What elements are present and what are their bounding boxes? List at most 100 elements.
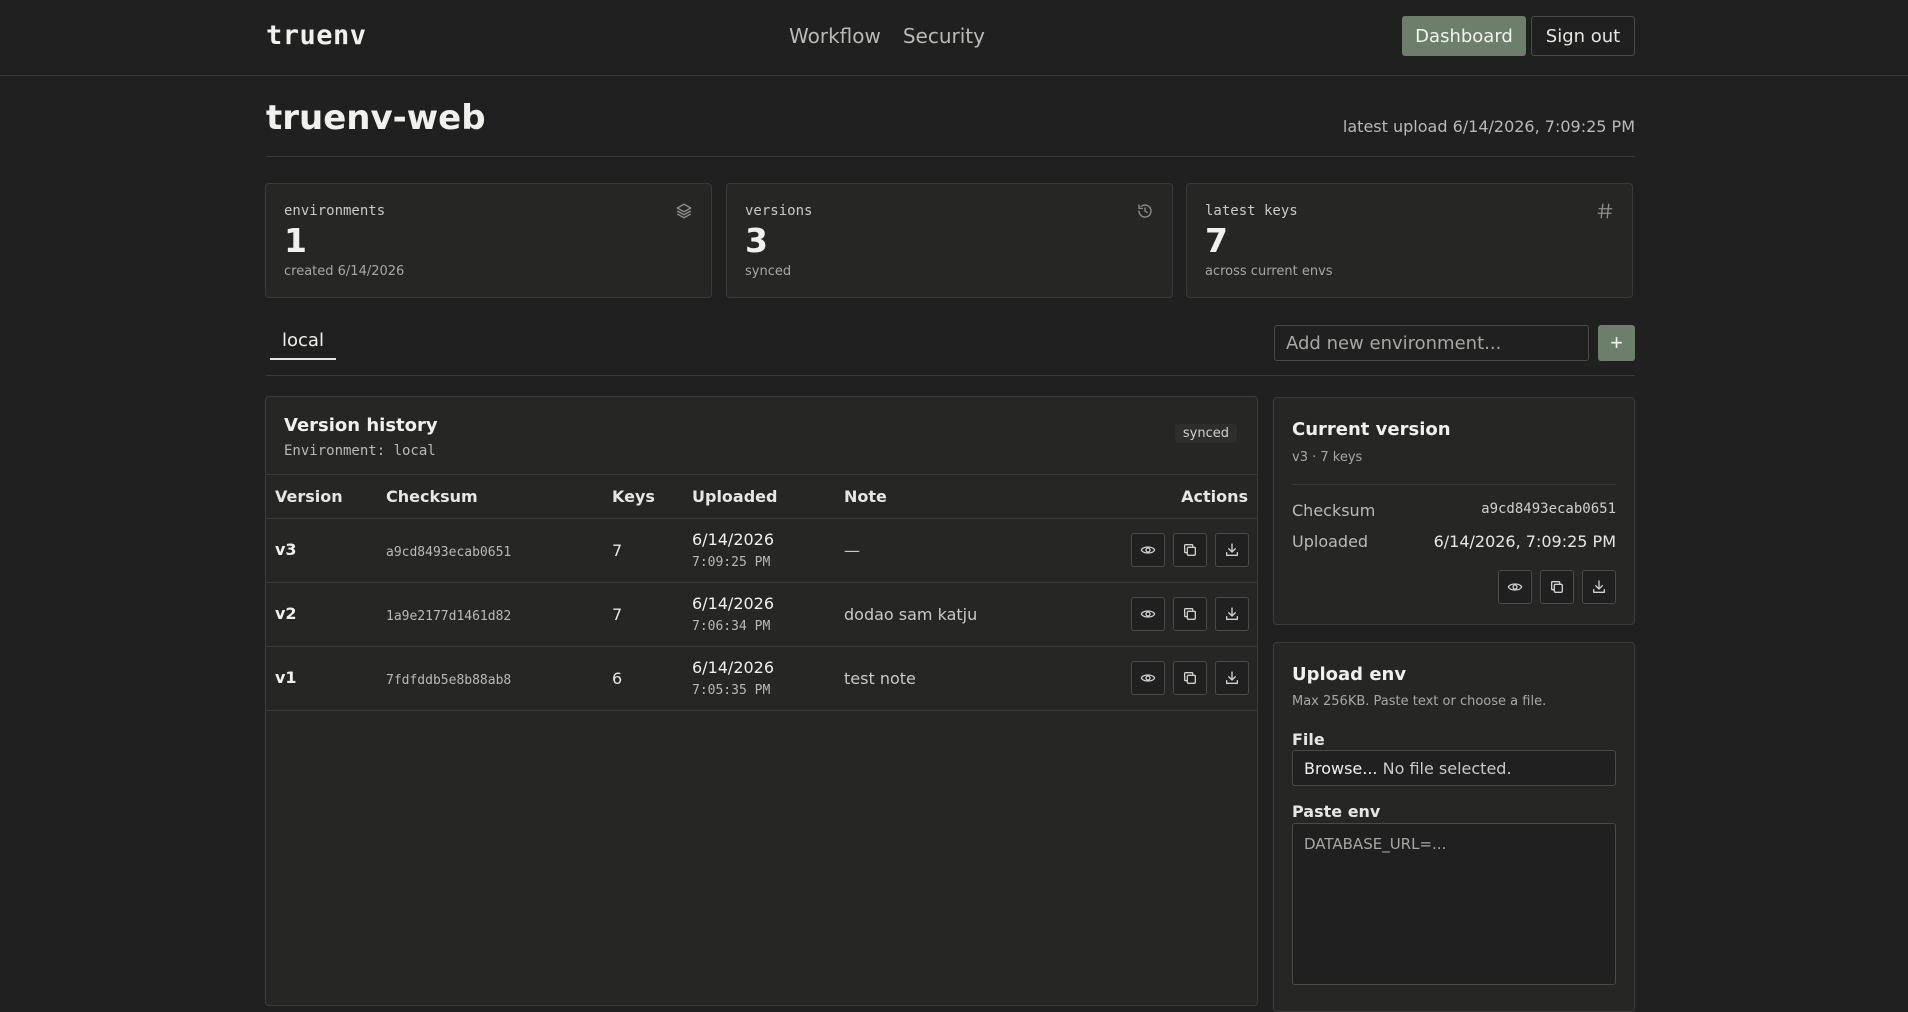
version-history-panel: Version history Environment: local synce…: [265, 396, 1258, 1006]
divider: [266, 156, 1635, 157]
download-button[interactable]: [1215, 533, 1249, 567]
paste-env-textarea[interactable]: [1292, 823, 1616, 985]
file-input[interactable]: Browse... No file selected.: [1292, 750, 1616, 786]
view-button[interactable]: [1131, 597, 1165, 631]
copy-icon: [1184, 608, 1196, 620]
view-button[interactable]: [1498, 570, 1532, 604]
table-row: v2 1a9e2177d1461d82 7 6/14/2026 7:06:34 …: [266, 583, 1257, 647]
table-row: v1 7fdfddb5e8b88ab8 6 6/14/2026 7:05:35 …: [266, 647, 1257, 711]
uploaded-value: 6/14/2026, 7:09:25 PM: [1433, 532, 1616, 551]
sign-out-button[interactable]: Sign out: [1531, 16, 1635, 56]
column-header-keys: Keys: [612, 487, 655, 506]
top-nav: truenv Workflow Security Dashboard Sign …: [0, 0, 1908, 76]
layers-icon: [676, 203, 692, 219]
stat-card-environments: environments 1 created 6/14/2026: [265, 183, 712, 298]
view-button[interactable]: [1131, 661, 1165, 695]
stat-label: versions: [745, 203, 813, 219]
download-icon: [1226, 607, 1238, 620]
eye-icon: [1140, 610, 1156, 618]
stat-sub: across current envs: [1205, 264, 1333, 279]
add-environment-button[interactable]: +: [1598, 325, 1635, 361]
current-version-panel: Current version v3 · 7 keys Checksum a9c…: [1273, 397, 1635, 625]
download-button[interactable]: [1215, 597, 1249, 631]
current-version-sub: v3 · 7 keys: [1292, 450, 1363, 465]
upload-hint: Max 256KB. Paste text or choose a file.: [1292, 694, 1547, 709]
latest-upload-text: latest upload 6/14/2026, 7:09:25 PM: [1342, 117, 1635, 136]
panel-title: Current version: [1292, 419, 1451, 440]
download-icon: [1226, 671, 1238, 684]
stat-label: environments: [284, 203, 386, 219]
view-button[interactable]: [1131, 533, 1165, 567]
stat-value: 3: [745, 221, 768, 260]
eye-icon: [1140, 546, 1156, 554]
stat-sub: synced: [745, 264, 792, 279]
nav-links: Workflow Security: [789, 24, 985, 48]
browse-button[interactable]: Browse...: [1304, 759, 1378, 778]
stat-label: latest keys: [1205, 203, 1298, 219]
stat-card-latest-keys: latest keys 7 across current envs: [1186, 183, 1633, 298]
uploaded-time-cell: 7:05:35 PM: [692, 683, 771, 698]
brand-logo[interactable]: truenv: [266, 20, 367, 51]
stat-value: 1: [284, 221, 307, 260]
checksum-cell: a9cd8493ecab0651: [386, 545, 512, 560]
checksum-cell: 1a9e2177d1461d82: [386, 609, 512, 624]
uploaded-date-cell: 6/14/2026: [692, 594, 775, 613]
add-environment-input[interactable]: [1274, 325, 1589, 361]
version-cell: v3: [275, 540, 297, 559]
uploaded-time-cell: 7:09:25 PM: [692, 555, 771, 570]
no-file-text: No file selected.: [1382, 759, 1512, 778]
hash-icon: [1597, 203, 1613, 219]
copy-button[interactable]: [1540, 570, 1574, 604]
uploaded-date-cell: 6/14/2026: [692, 530, 775, 549]
row-actions: [1131, 597, 1249, 631]
checksum-label: Checksum: [1292, 501, 1376, 520]
panel-title: Upload env: [1292, 664, 1407, 685]
stat-sub: created 6/14/2026: [284, 264, 405, 279]
table-header: Version Checksum Keys Uploaded Note Acti…: [266, 474, 1257, 519]
nav-link-workflow[interactable]: Workflow: [789, 24, 881, 48]
status-badge: synced: [1174, 424, 1237, 443]
uploaded-date-cell: 6/14/2026: [692, 658, 775, 677]
checksum-cell: 7fdfddb5e8b88ab8: [386, 673, 512, 688]
table-row: v3 a9cd8493ecab0651 7 6/14/2026 7:09:25 …: [266, 519, 1257, 583]
environment-label: Environment: local: [284, 443, 436, 459]
column-header-version: Version: [275, 487, 343, 506]
copy-button[interactable]: [1173, 597, 1207, 631]
eye-icon: [1507, 583, 1523, 591]
nav-link-security[interactable]: Security: [903, 24, 985, 48]
current-version-actions: [1498, 570, 1616, 604]
file-label: File: [1292, 730, 1325, 749]
version-cell: v2: [275, 604, 297, 623]
copy-button[interactable]: [1173, 533, 1207, 567]
paste-env-label: Paste env: [1292, 802, 1381, 821]
stat-value: 7: [1205, 221, 1228, 260]
note-cell: dodao sam katju: [844, 605, 978, 624]
page-title: truenv-web: [266, 98, 486, 138]
divider: [1292, 484, 1616, 485]
dashboard-button[interactable]: Dashboard: [1402, 16, 1526, 56]
keys-cell: 7: [612, 605, 623, 624]
download-button[interactable]: [1582, 570, 1616, 604]
uploaded-time-cell: 7:06:34 PM: [692, 619, 771, 634]
column-header-actions: Actions: [1181, 487, 1248, 506]
stat-card-versions: versions 3 synced: [726, 183, 1173, 298]
download-button[interactable]: [1215, 661, 1249, 695]
download-icon: [1226, 543, 1238, 556]
panel-title: Version history: [284, 415, 438, 436]
copy-icon: [1184, 672, 1196, 684]
download-icon: [1593, 580, 1605, 593]
tab-local[interactable]: local: [270, 330, 336, 360]
copy-icon: [1551, 581, 1563, 593]
eye-icon: [1140, 674, 1156, 682]
column-header-uploaded: Uploaded: [692, 487, 778, 506]
note-cell: —: [844, 541, 860, 560]
history-icon: [1138, 204, 1152, 218]
version-table: Version Checksum Keys Uploaded Note Acti…: [266, 474, 1257, 711]
copy-icon: [1184, 544, 1196, 556]
checksum-value: a9cd8493ecab0651: [1481, 501, 1616, 517]
row-actions: [1131, 533, 1249, 567]
copy-button[interactable]: [1173, 661, 1207, 695]
column-header-checksum: Checksum: [386, 487, 478, 506]
uploaded-label: Uploaded: [1292, 532, 1369, 551]
divider: [266, 375, 1635, 376]
